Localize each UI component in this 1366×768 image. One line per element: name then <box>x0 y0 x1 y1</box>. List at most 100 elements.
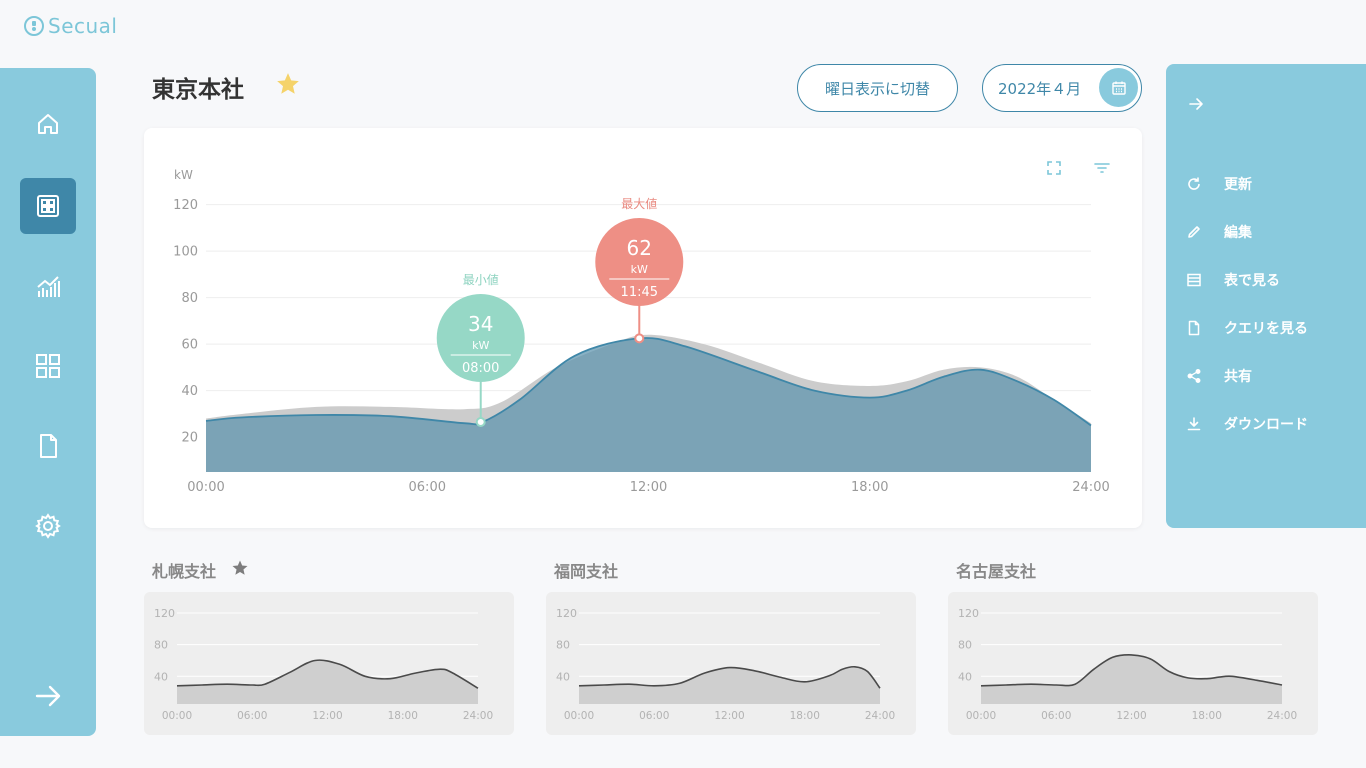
sidebar <box>0 68 96 736</box>
arrow-right-icon <box>35 685 61 707</box>
y-tick-label: 40 <box>556 670 570 683</box>
x-tick-label: 12:00 <box>630 480 667 495</box>
calendar-icon <box>1111 81 1126 95</box>
series-area <box>177 660 478 704</box>
switch-weekday-button[interactable]: 曜日表示に切替 <box>797 64 958 112</box>
marker-label: 最大値 <box>621 196 657 211</box>
share-icon <box>1187 369 1201 383</box>
marker-dot <box>634 333 645 344</box>
series-area <box>579 666 880 704</box>
sidebar-item-grid[interactable] <box>20 338 76 394</box>
sidebar-item-home[interactable] <box>20 96 76 152</box>
current-series-area <box>206 337 1091 472</box>
view-query-button[interactable]: クエリを見る <box>1186 316 1308 340</box>
sidebar-expand-button[interactable] <box>20 668 76 724</box>
sidebar-item-dashboard[interactable] <box>20 178 76 234</box>
y-tick-label: 60 <box>181 338 198 353</box>
marker-value: 62 <box>627 236 652 260</box>
series-area <box>981 654 1282 704</box>
x-tick-label: 18:00 <box>388 710 418 722</box>
y-tick-label: 100 <box>173 245 198 260</box>
subchart-card-nagoya[interactable]: 40 80 120 00:00 06:00 12:00 18:00 24:00 <box>948 592 1318 735</box>
dashboard-icon <box>37 195 59 217</box>
grid-icon <box>36 354 60 378</box>
subchart-card-sapporo[interactable]: 40 80 120 00:00 06:00 12:00 18:00 24:00 <box>144 592 514 735</box>
x-tick-label: 24:00 <box>1267 710 1297 722</box>
sidebar-item-settings[interactable] <box>20 498 76 554</box>
subchart-title-nagoya: 名古屋支社 <box>956 562 1037 581</box>
x-tick-label: 12:00 <box>312 710 342 722</box>
refresh-label: 更新 <box>1224 177 1252 193</box>
marker-time: 11:45 <box>621 285 658 300</box>
share-label: 共有 <box>1224 369 1252 385</box>
x-tick-label: 00:00 <box>966 710 996 722</box>
sidebar-item-analytics[interactable] <box>20 258 76 314</box>
marker-unit: kW <box>631 263 648 276</box>
y-tick-label: 40 <box>958 670 972 683</box>
x-tick-label: 00:00 <box>564 710 594 722</box>
x-tick-label: 06:00 <box>409 480 446 495</box>
page-title: 東京本社 <box>152 77 244 103</box>
app-logo[interactable]: Secual <box>24 14 117 38</box>
edit-label: 編集 <box>1224 225 1252 241</box>
x-tick-label: 18:00 <box>851 480 888 495</box>
marker-label: 最小値 <box>463 272 499 287</box>
x-tick-label: 00:00 <box>162 710 192 722</box>
x-tick-label: 12:00 <box>1116 710 1146 722</box>
y-tick-label: 120 <box>154 607 175 620</box>
pencil-icon <box>1188 226 1200 238</box>
share-button[interactable]: 共有 <box>1186 364 1252 388</box>
document-icon <box>1188 320 1200 336</box>
view-table-button[interactable]: 表で見る <box>1186 268 1280 292</box>
y-tick-label: 120 <box>556 607 577 620</box>
y-tick-label: 120 <box>173 198 198 213</box>
main-area-chart: kW 20 40 60 80 100 120 00:00 06:00 12:00 18:00 24:0… <box>173 168 1110 495</box>
logo-text: Secual <box>48 14 118 38</box>
analytics-icon <box>37 276 60 297</box>
y-tick-label: 120 <box>958 607 979 620</box>
edit-button[interactable]: 編集 <box>1186 220 1252 244</box>
subchart-title-sapporo: 札幌支社 <box>152 562 217 581</box>
star-icon[interactable] <box>231 559 249 577</box>
calendar-button[interactable] <box>1099 68 1138 107</box>
date-picker[interactable]: 2022年４月 <box>982 64 1142 112</box>
refresh-button[interactable]: 更新 <box>1186 172 1252 196</box>
sidebar-item-documents[interactable] <box>20 418 76 474</box>
subchart-fukuoka: 40 80 120 00:00 06:00 12:00 18:00 24:00 <box>556 607 895 722</box>
x-tick-label: 06:00 <box>237 710 267 722</box>
subchart-card-fukuoka[interactable]: 40 80 120 00:00 06:00 12:00 18:00 24:00 <box>546 592 916 735</box>
home-icon <box>38 114 58 134</box>
marker-unit: kW <box>472 339 489 352</box>
table-icon <box>1187 273 1201 287</box>
y-tick-label: 80 <box>181 291 198 306</box>
date-value: 2022年４月 <box>998 79 1082 98</box>
y-tick-label: 40 <box>181 384 198 399</box>
main-chart-card: kW 20 40 60 80 100 120 00:00 06:00 12:00 18:00 24:0… <box>144 128 1142 528</box>
y-axis-unit-label: kW <box>174 168 193 182</box>
arrow-right-icon[interactable] <box>1186 94 1206 114</box>
x-tick-label: 06:00 <box>1041 710 1071 722</box>
refresh-icon <box>1188 177 1200 190</box>
subchart-nagoya: 40 80 120 00:00 06:00 12:00 18:00 24:00 <box>958 607 1297 722</box>
logo-icon <box>24 16 44 36</box>
x-tick-label: 18:00 <box>1192 710 1222 722</box>
y-tick-label: 40 <box>154 670 168 683</box>
favorite-star-icon[interactable] <box>275 71 301 97</box>
document-icon <box>40 434 57 458</box>
view-table-label: 表で見る <box>1224 273 1280 289</box>
action-panel: 更新 編集 表で見る クエリを見る 共有 ダウンロード <box>1166 64 1366 528</box>
x-tick-label: 00:00 <box>187 480 224 495</box>
x-tick-label: 24:00 <box>865 710 895 722</box>
y-tick-label: 80 <box>556 639 570 652</box>
marker-time: 08:00 <box>462 361 499 376</box>
y-tick-label: 80 <box>958 639 972 652</box>
download-button[interactable]: ダウンロード <box>1186 412 1308 436</box>
y-tick-label: 80 <box>154 639 168 652</box>
x-tick-label: 06:00 <box>639 710 669 722</box>
download-icon <box>1187 417 1201 431</box>
x-tick-label: 12:00 <box>714 710 744 722</box>
x-tick-label: 18:00 <box>790 710 820 722</box>
x-tick-label: 24:00 <box>463 710 493 722</box>
subchart-sapporo: 40 80 120 00:00 06:00 12:00 18:00 24:00 <box>154 607 493 722</box>
download-label: ダウンロード <box>1224 417 1308 433</box>
